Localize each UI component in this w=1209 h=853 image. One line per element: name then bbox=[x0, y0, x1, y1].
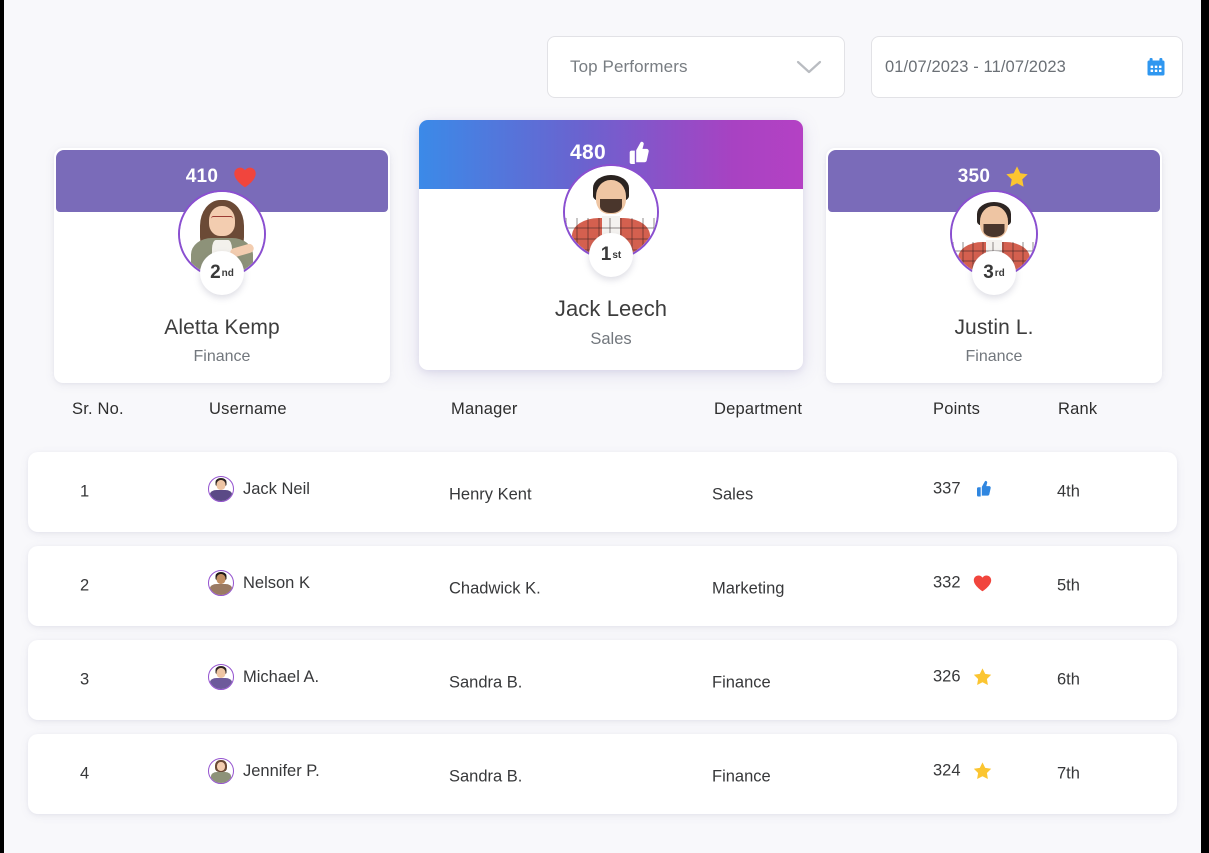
podium-name: Aletta Kemp bbox=[164, 316, 280, 339]
table-header: Sr. No. Username Manager Department Poin… bbox=[4, 400, 1201, 434]
top-performers-podium: 410 2 nd Aletta Kemp Finance 480 1 st Ja… bbox=[4, 120, 1201, 383]
cell-username: Michael A. bbox=[208, 664, 319, 690]
podium-avatar: 2nd bbox=[178, 190, 266, 295]
rank-badge: 2nd bbox=[200, 251, 244, 295]
cell-department: Sales bbox=[712, 485, 754, 504]
column-header-department: Department bbox=[714, 400, 803, 418]
cell-points: 337 bbox=[933, 479, 993, 500]
table-body: 1 Jack Neil Henry Kent Sales 337 4th 2 N… bbox=[4, 452, 1201, 828]
rank-badge: 1st bbox=[589, 233, 633, 277]
avatar bbox=[208, 570, 234, 596]
rank-badge: 3rd bbox=[972, 251, 1016, 295]
avatar bbox=[208, 758, 234, 784]
cell-points: 324 bbox=[933, 761, 993, 782]
cell-points: 326 bbox=[933, 667, 993, 688]
points-value: 326 bbox=[933, 667, 961, 686]
performers-select[interactable]: Top Performers bbox=[547, 36, 845, 98]
cell-rank: 6th bbox=[1057, 670, 1080, 689]
rank-suffix: rd bbox=[994, 267, 1005, 279]
table-row[interactable]: 4 Jennifer P. Sandra B. Finance 324 7th bbox=[28, 734, 1177, 814]
podium-name: Justin L. bbox=[954, 316, 1034, 339]
column-header-rank: Rank bbox=[1058, 400, 1098, 418]
column-header-points: Points bbox=[933, 400, 981, 418]
points-value: 337 bbox=[933, 479, 961, 498]
star-icon bbox=[1004, 164, 1030, 190]
star-icon bbox=[972, 667, 993, 688]
date-range-value: 01/07/2023 - 11/07/2023 bbox=[885, 57, 1066, 76]
rank-suffix: nd bbox=[221, 267, 234, 279]
column-header-manager: Manager bbox=[451, 400, 518, 418]
cell-manager: Sandra B. bbox=[449, 767, 523, 786]
podium-card-second[interactable]: 410 2 nd Aletta Kemp Finance bbox=[54, 148, 390, 383]
cell-points: 332 bbox=[933, 573, 993, 594]
points-value: 324 bbox=[933, 761, 961, 780]
table-row[interactable]: 3 Michael A. Sandra B. Finance 326 6th bbox=[28, 640, 1177, 720]
column-header-sr-no: Sr. No. bbox=[72, 400, 124, 418]
cell-sr-no: 1 bbox=[80, 482, 90, 501]
cell-rank: 5th bbox=[1057, 576, 1080, 595]
podium-points: 480 bbox=[570, 141, 606, 164]
heart-icon bbox=[232, 164, 258, 190]
star-icon bbox=[972, 761, 993, 782]
cell-sr-no: 2 bbox=[80, 576, 90, 595]
column-header-username: Username bbox=[209, 400, 287, 418]
chevron-down-icon[interactable] bbox=[796, 60, 822, 74]
table-row[interactable]: 1 Jack Neil Henry Kent Sales 337 4th bbox=[28, 452, 1177, 532]
avatar bbox=[208, 664, 234, 690]
filter-bar: Top Performers 01/07/2023 - 11/07/2023 bbox=[4, 36, 1201, 100]
podium-card-third[interactable]: 350 3 rd Justin L. Finance bbox=[826, 148, 1162, 383]
cell-username: Nelson K bbox=[208, 570, 310, 596]
podium-avatar: 3rd bbox=[950, 190, 1038, 295]
podium-points-row: 410 bbox=[54, 164, 390, 190]
points-value: 332 bbox=[933, 573, 961, 592]
cell-sr-no: 3 bbox=[80, 670, 90, 689]
cell-department: Finance bbox=[712, 767, 771, 786]
podium-department: Sales bbox=[590, 330, 632, 348]
rank-number: 3 bbox=[983, 262, 994, 283]
podium-department: Finance bbox=[193, 348, 251, 365]
rank-number: 1 bbox=[600, 244, 612, 265]
username-text: Jennifer P. bbox=[243, 761, 320, 780]
podium-points: 350 bbox=[957, 166, 991, 187]
leaderboard-page: Top Performers 01/07/2023 - 11/07/2023 4… bbox=[4, 0, 1201, 853]
podium-avatar: 1st bbox=[563, 164, 659, 277]
cell-username: Jennifer P. bbox=[208, 758, 320, 784]
thumbs-up-icon bbox=[972, 479, 993, 500]
username-text: Michael A. bbox=[243, 667, 320, 686]
podium-name: Jack Leech bbox=[554, 296, 668, 321]
heart-icon bbox=[972, 573, 993, 594]
rank-number: 2 bbox=[210, 262, 221, 283]
cell-username: Jack Neil bbox=[208, 476, 310, 502]
podium-points: 410 bbox=[185, 166, 219, 187]
podium-department: Finance bbox=[965, 348, 1023, 365]
podium-points-row: 350 bbox=[826, 164, 1162, 190]
cell-rank: 4th bbox=[1057, 482, 1080, 501]
cell-rank: 7th bbox=[1057, 764, 1080, 783]
avatar bbox=[208, 476, 234, 502]
rank-suffix: st bbox=[612, 249, 622, 261]
cell-manager: Chadwick K. bbox=[449, 579, 541, 598]
cell-sr-no: 4 bbox=[80, 764, 90, 783]
cell-manager: Henry Kent bbox=[449, 485, 532, 504]
username-text: Jack Neil bbox=[243, 479, 310, 498]
podium-card-first[interactable]: 480 1 st Jack Leech Sales bbox=[419, 120, 803, 370]
performers-select-label: Top Performers bbox=[570, 57, 688, 76]
date-range-field[interactable]: 01/07/2023 - 11/07/2023 bbox=[871, 36, 1183, 98]
table-row[interactable]: 2 Nelson K Chadwick K. Marketing 332 5th bbox=[28, 546, 1177, 626]
calendar-icon[interactable] bbox=[1146, 57, 1166, 77]
username-text: Nelson K bbox=[243, 573, 310, 592]
cell-manager: Sandra B. bbox=[449, 673, 523, 692]
cell-department: Marketing bbox=[712, 579, 785, 598]
cell-department: Finance bbox=[712, 673, 771, 692]
